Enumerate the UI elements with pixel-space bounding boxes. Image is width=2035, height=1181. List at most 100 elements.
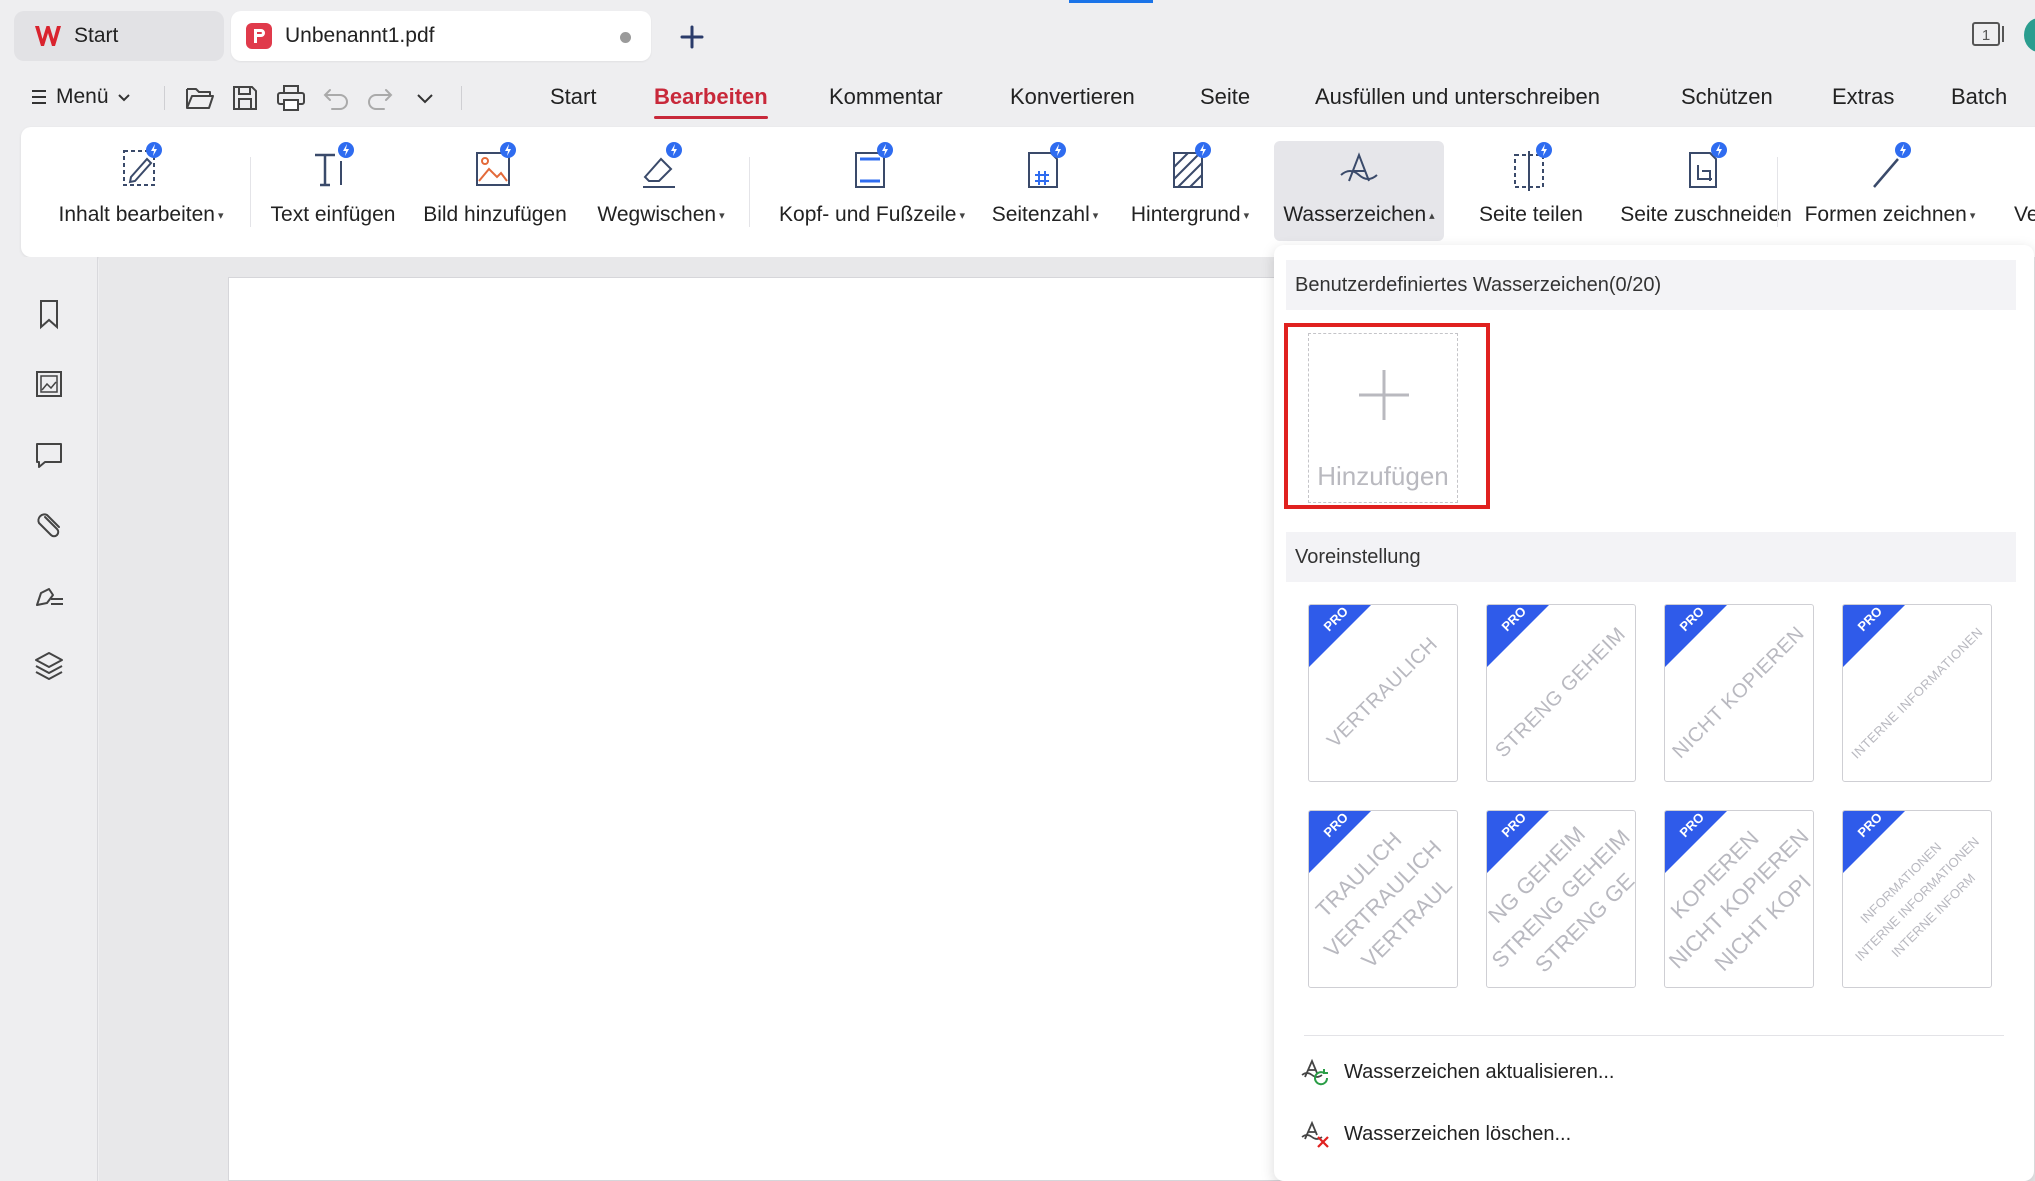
print-button[interactable] (275, 82, 307, 114)
caret-down-icon: ▾ (959, 209, 965, 222)
ribbon-divider (250, 157, 251, 227)
tab-start[interactable]: Start (14, 11, 224, 61)
insert-text-label: Text einfügen (270, 203, 396, 226)
insert-text-button[interactable]: Text einfügen (269, 141, 397, 241)
preset-watermark-tile[interactable]: STRENG GEHEIM PRO (1486, 604, 1636, 782)
tab-document[interactable]: Unbenannt1.pdf (231, 11, 651, 61)
erase-button[interactable]: Wegwischen ▾ (591, 141, 731, 241)
ribbon-tab-start[interactable]: Start (550, 84, 596, 110)
add-image-button[interactable]: Bild hinzufügen (417, 141, 573, 241)
main-menu-button[interactable]: Menü (30, 82, 131, 112)
preset-watermark-tile[interactable]: INTERNE INFORMATIONEN PRO (1842, 604, 1992, 782)
add-watermark-tile[interactable]: Hinzufügen (1308, 333, 1458, 503)
pro-badge-icon: PRO (1309, 605, 1371, 667)
draw-shapes-label: Formen zeichnen (1804, 203, 1967, 226)
delete-watermark-icon (1301, 1120, 1329, 1148)
undo-button[interactable] (320, 82, 352, 114)
window-count-icon: 1 (1972, 22, 2004, 46)
redo-button[interactable] (364, 82, 396, 114)
page-number-button[interactable]: Seitenzahl ▾ (986, 141, 1104, 241)
undo-icon (323, 89, 348, 110)
comment-panel-button[interactable] (33, 439, 65, 471)
delete-watermark-label: Wasserzeichen löschen... (1344, 1122, 1572, 1145)
ribbon-divider (1777, 157, 1778, 227)
caret-down-icon: ▾ (1243, 209, 1250, 222)
layers-panel-button[interactable] (33, 649, 65, 681)
tiled-preset-watermark-tile[interactable]: KOPIEREN NICHT KOPIEREN NICHT KOPI PRO (1664, 810, 1814, 988)
preset-watermark-tile[interactable]: VERTRAULICH PRO (1308, 604, 1458, 782)
overflow-ribbon-button[interactable]: Ve (2014, 141, 2035, 241)
watermark-dropdown-panel: Benutzerdefiniertes Wasserzeichen(0/20) … (1274, 245, 2034, 1181)
left-sidebar (0, 257, 98, 1181)
pro-badge-icon: PRO (1665, 811, 1727, 873)
pro-badge-icon: PRO (1843, 811, 1905, 873)
edit-content-icon (123, 142, 162, 186)
menu-bar: Menü Start Bearbeiten Kommentar Konverti… (0, 72, 2035, 122)
add-image-label: Bild hinzufügen (423, 203, 567, 226)
ribbon-tab-seite[interactable]: Seite (1200, 84, 1250, 110)
edit-content-button[interactable]: Inhalt bearbeiten ▾ (51, 141, 231, 241)
toolbar-divider (461, 86, 462, 110)
ribbon-tab-bearbeiten[interactable]: Bearbeiten (654, 84, 768, 119)
erase-label: Wegwischen (597, 203, 717, 226)
add-watermark-label: Hinzufügen (1317, 461, 1449, 491)
draw-shapes-icon (1873, 142, 1911, 188)
window-count-button[interactable]: 1 (1971, 20, 2007, 48)
bookmark-panel-button[interactable] (33, 298, 65, 330)
split-page-button[interactable]: Seite teilen (1456, 141, 1606, 241)
plus-icon (1359, 370, 1409, 420)
ribbon-tab-batch[interactable]: Batch (1951, 84, 2007, 110)
tiled-preset-watermark-tile[interactable]: NG GEHEIM STRENG GEHEIM STRENG GE PRO (1486, 810, 1636, 988)
avatar[interactable] (2024, 18, 2035, 52)
save-button[interactable] (229, 82, 261, 114)
preset-watermark-tile[interactable]: NICHT KOPIEREN PRO (1664, 604, 1814, 782)
crop-page-icon (1689, 142, 1727, 188)
signature-panel-button[interactable] (33, 579, 65, 611)
pdf-page[interactable] (228, 277, 1348, 1181)
split-page-icon (1514, 142, 1552, 191)
ribbon-divider (749, 157, 750, 227)
attachment-panel-button[interactable] (33, 509, 65, 541)
hamburger-icon (32, 90, 46, 104)
background-button[interactable]: Hintergrund ▾ (1121, 141, 1259, 241)
ribbon-tab-konvertieren[interactable]: Konvertieren (1010, 84, 1135, 110)
title-bar: Start Unbenannt1.pdf 1 (0, 0, 2035, 72)
unsaved-dot-icon[interactable] (620, 32, 631, 43)
panel-divider (1304, 1035, 2004, 1036)
chevron-down-icon (117, 94, 130, 102)
delete-watermark-button[interactable]: Wasserzeichen löschen... (1300, 1119, 1571, 1149)
open-file-button[interactable] (184, 82, 216, 114)
thumbnail-panel-button[interactable] (33, 368, 65, 400)
watermark-button[interactable]: Wasserzeichen ▴ (1274, 141, 1444, 241)
ribbon-tab-schuetzen[interactable]: Schützen (1681, 84, 1773, 110)
update-watermark-button[interactable]: Wasserzeichen aktualisieren... (1300, 1057, 1615, 1087)
page-number-label: Seitenzahl (991, 203, 1090, 226)
new-tab-button[interactable] (672, 17, 712, 57)
ribbon-tab-extras[interactable]: Extras (1832, 84, 1894, 110)
caret-up-icon: ▴ (1429, 209, 1435, 222)
pro-badge-icon: PRO (1487, 605, 1549, 667)
update-watermark-icon (1301, 1058, 1329, 1086)
ribbon-tab-kommentar[interactable]: Kommentar (829, 84, 943, 110)
toolbar-divider (164, 86, 165, 110)
draw-shapes-button[interactable]: Formen zeichnen ▾ (1797, 141, 1983, 241)
add-image-icon (476, 142, 516, 186)
edit-content-label: Inhalt bearbeiten (58, 203, 215, 226)
pdf-file-icon (246, 23, 272, 49)
tiled-preset-watermark-tile[interactable]: TRAULICH VERTRAULICH VERTRAUL PRO (1308, 810, 1458, 988)
layers-icon (35, 652, 63, 680)
more-quick-tools-button[interactable] (409, 82, 441, 114)
tab-document-label: Unbenannt1.pdf (285, 24, 435, 47)
ribbon-tab-ausfuellen[interactable]: Ausfüllen und unterschreiben (1315, 84, 1600, 110)
watermark-label: Wasserzeichen (1283, 203, 1427, 226)
insert-text-icon (315, 142, 354, 187)
tiled-preset-watermark-tile[interactable]: INFORMATIONEN INTERNE INFORMATIONEN INTE… (1842, 810, 1992, 988)
update-watermark-label: Wasserzeichen aktualisieren... (1344, 1060, 1615, 1083)
split-page-label: Seite teilen (1479, 203, 1583, 226)
caret-down-icon: ▾ (1092, 209, 1099, 222)
header-footer-button[interactable]: Kopf- und Fußzeile ▾ (767, 141, 977, 241)
save-icon (233, 86, 257, 110)
header-footer-icon (855, 142, 893, 188)
crop-page-button[interactable]: Seite zuschneiden (1611, 141, 1801, 241)
plus-icon (680, 25, 704, 49)
